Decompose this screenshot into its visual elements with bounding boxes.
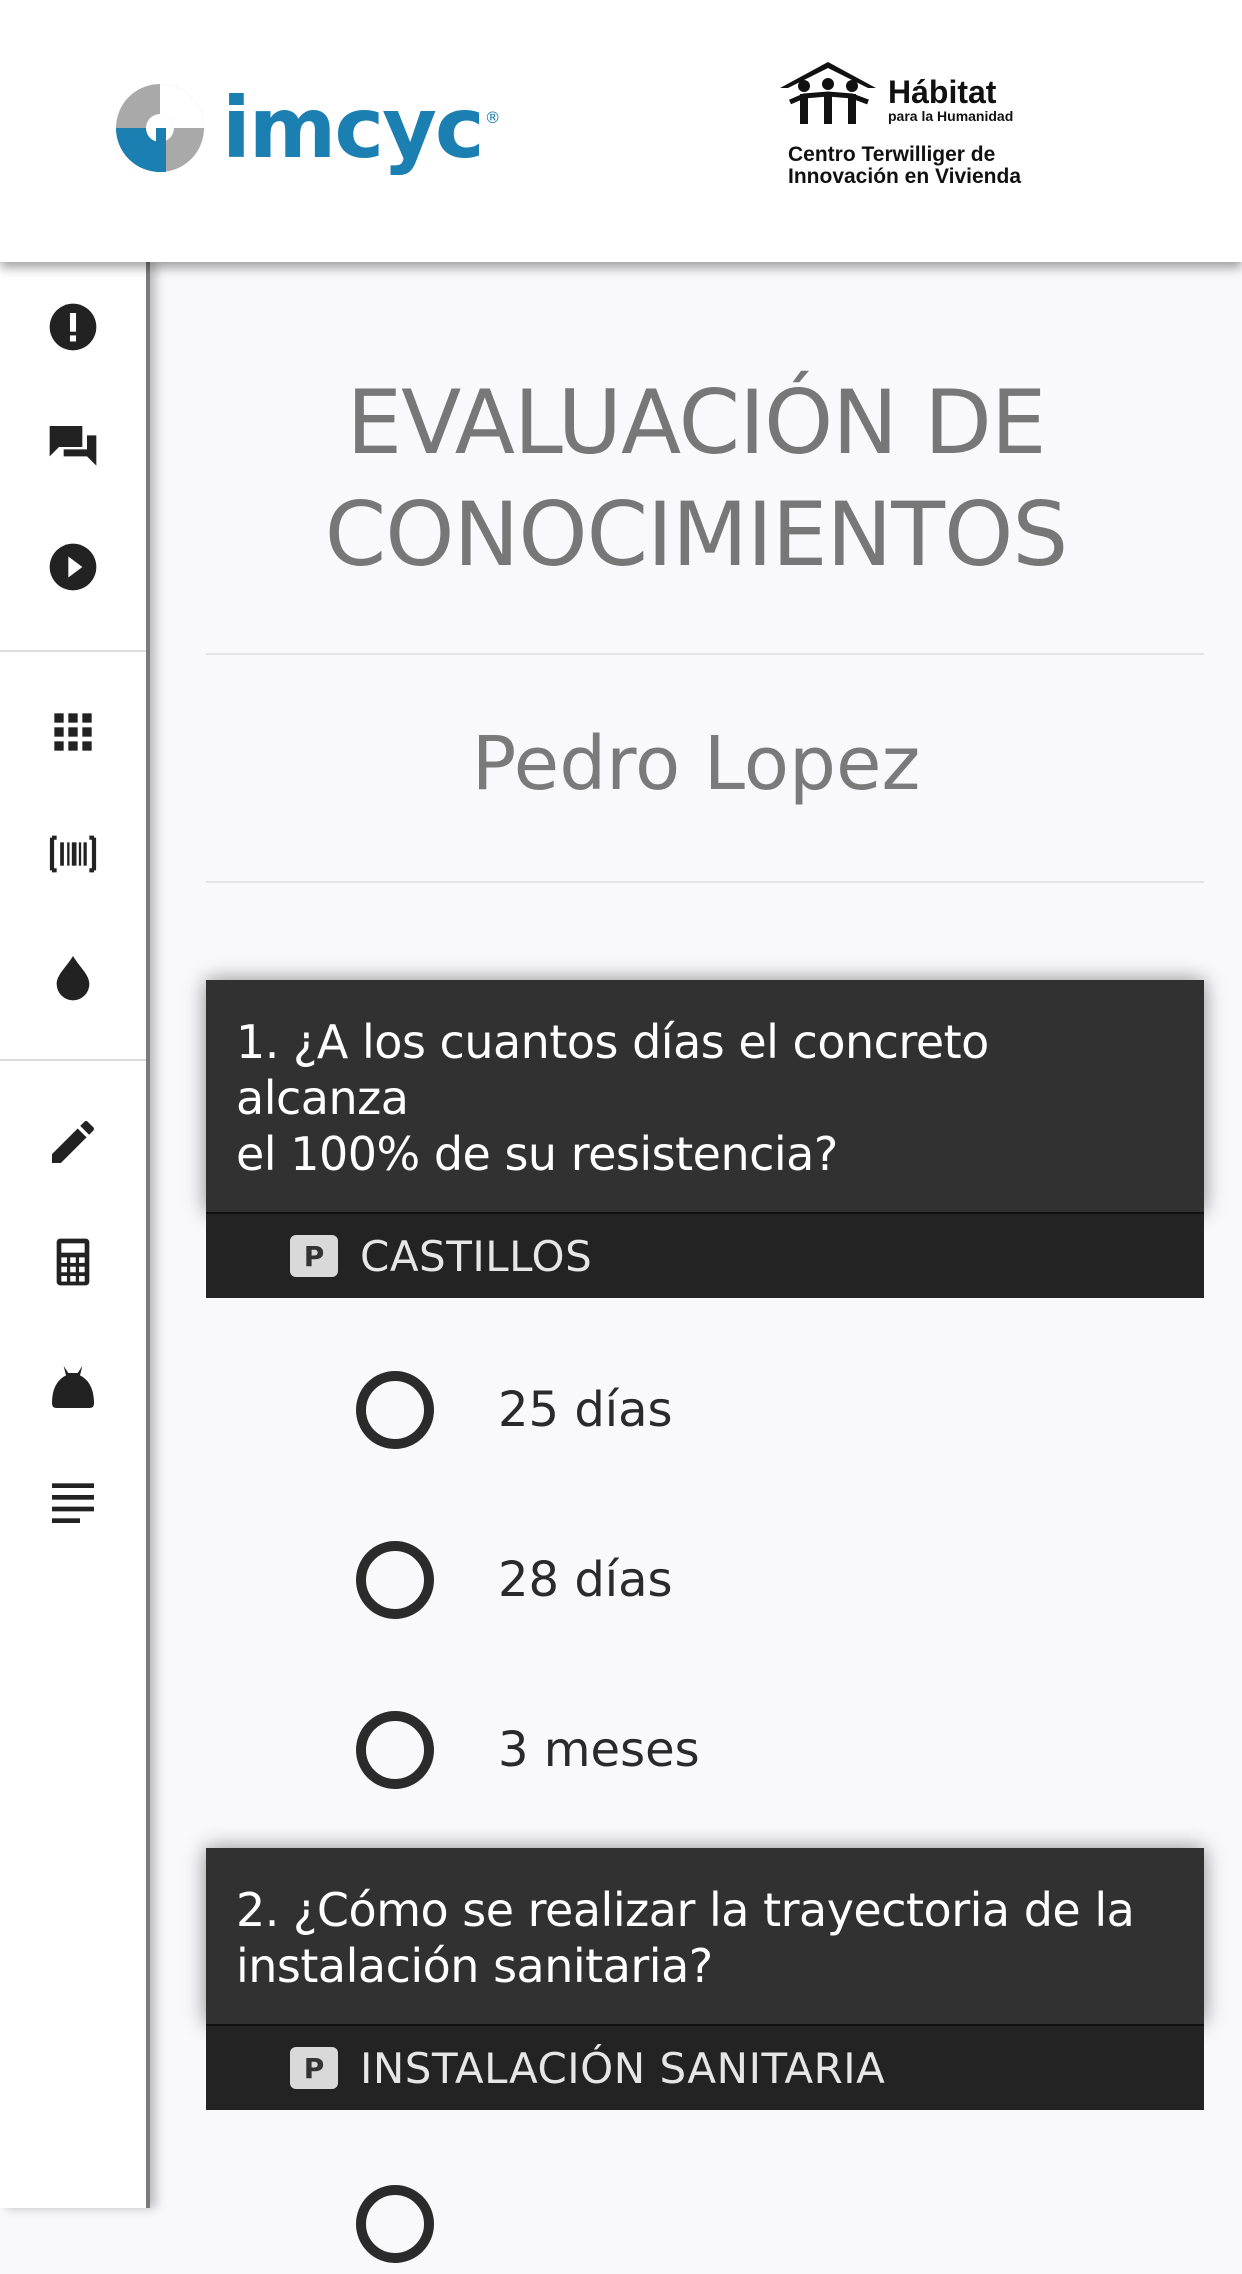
bag-icon <box>52 1366 94 1408</box>
habitat-house-icon <box>780 62 876 124</box>
divider <box>206 653 1204 655</box>
answer-label: 28 días <box>498 1552 673 1608</box>
question-header: 1. ¿A los cuantos días el concreto alcan… <box>206 980 1204 1212</box>
barcode-icon <box>49 835 97 873</box>
question-text-line2: el 100% de su resistencia? <box>236 1127 838 1181</box>
habitat-logo: Hábitat para la Humanidad Centro Terwill… <box>776 58 1096 208</box>
question-header: 2. ¿Cómo se realizar la trayectoria de l… <box>206 1848 1204 2024</box>
sidebar-item-pencil[interactable] <box>0 1087 146 1197</box>
page-title-line1: EVALUACIÓN DE <box>346 371 1047 474</box>
pencil-icon <box>52 1121 94 1163</box>
sidebar <box>0 262 150 2208</box>
question-category-bar: P INSTALACIÓN SANITARIA <box>206 2024 1204 2110</box>
student-name: Pedro Lopez <box>471 721 921 807</box>
alert-circle-icon <box>49 303 97 351</box>
grid-icon <box>54 713 92 751</box>
text-lines-icon <box>52 1483 94 1523</box>
drop-icon <box>56 956 90 1001</box>
question-category-bar: P CASTILLOS <box>206 1212 1204 1298</box>
sidebar-item-play[interactable] <box>0 512 146 622</box>
divider <box>206 881 1204 883</box>
radio-button[interactable] <box>356 1541 434 1619</box>
radio-button[interactable] <box>356 1711 434 1789</box>
question-card: 2. ¿Cómo se realizar la trayectoria de l… <box>206 1848 1204 2110</box>
play-circle-icon <box>49 543 97 591</box>
question-text-line2: instalación sanitaria? <box>236 1939 713 1993</box>
imcyc-logo-text: imcyc <box>222 79 485 177</box>
answer-label: 3 meses <box>498 1722 700 1778</box>
sidebar-item-alerts[interactable] <box>0 272 146 382</box>
sidebar-item-calculator[interactable] <box>0 1207 146 1317</box>
sidebar-divider <box>0 1059 146 1061</box>
sidebar-item-text[interactable] <box>0 1447 146 1557</box>
question-text-line1: 2. ¿Cómo se realizar la trayectoria de l… <box>236 1883 1135 1937</box>
imcyc-logo-mark-icon <box>116 84 204 172</box>
sidebar-divider <box>0 650 146 652</box>
page-title: EVALUACIÓN DE CONOCIMIENTOS <box>150 367 1242 591</box>
sidebar-item-barcode[interactable] <box>0 799 146 909</box>
question-text-line1: 1. ¿A los cuantos días el concreto alcan… <box>236 1015 989 1125</box>
main-content: EVALUACIÓN DE CONOCIMIENTOS Pedro Lopez … <box>150 262 1242 2263</box>
answer-label: 25 días <box>498 1382 673 1438</box>
app-header: imcyc ® Hábitat para la Humanidad Centro… <box>0 0 1242 262</box>
habitat-name: Hábitat <box>888 74 997 110</box>
answer-option[interactable] <box>356 2174 434 2274</box>
answer-option[interactable]: 25 días <box>356 1360 673 1460</box>
category-label: INSTALACIÓN SANITARIA <box>360 2043 886 2093</box>
question-card: 1. ¿A los cuantos días el concreto alcan… <box>206 980 1204 1298</box>
habitat-center-line1: Centro Terwilliger de <box>788 143 996 166</box>
chat-icon <box>49 426 97 466</box>
trademark-icon: ® <box>484 108 501 127</box>
sidebar-item-drop[interactable] <box>0 922 146 1032</box>
answer-option[interactable]: 28 días <box>356 1530 673 1630</box>
calculator-icon <box>56 1238 90 1286</box>
habitat-center-line2: Innovación en Vivienda <box>788 165 1022 189</box>
sidebar-item-grid[interactable] <box>0 677 146 787</box>
sidebar-item-bag[interactable] <box>0 1332 146 1442</box>
radio-button[interactable] <box>356 2185 434 2263</box>
answer-option[interactable]: 3 meses <box>356 1700 700 1800</box>
radio-button[interactable] <box>356 1371 434 1449</box>
category-label: CASTILLOS <box>360 1231 593 1281</box>
sidebar-item-chat[interactable] <box>0 392 146 502</box>
imcyc-logo: imcyc ® <box>112 78 501 178</box>
category-badge: P <box>290 1235 338 1277</box>
habitat-subtitle: para la Humanidad <box>888 108 1014 124</box>
page-title-line2: CONOCIMIENTOS <box>324 483 1068 586</box>
category-badge: P <box>290 2047 338 2089</box>
